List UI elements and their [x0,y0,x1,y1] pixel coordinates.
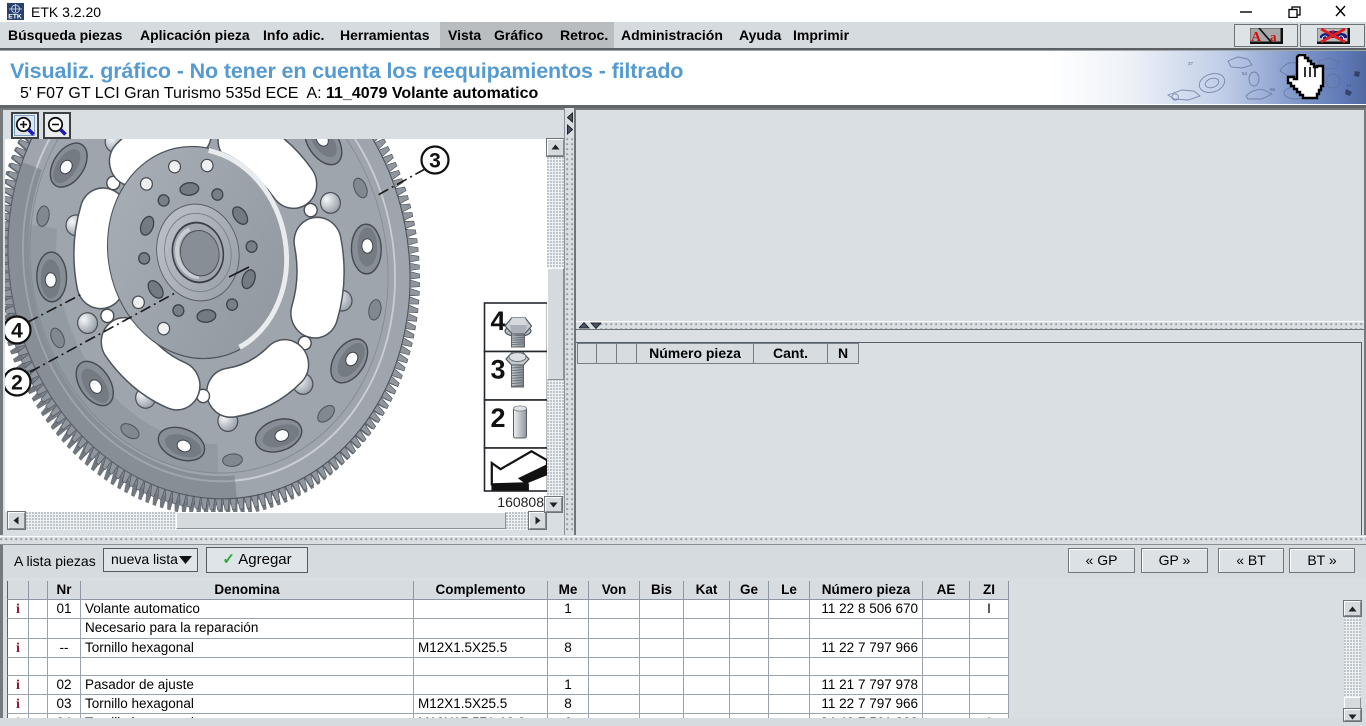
svg-text:54: 54 [1242,71,1248,76]
svg-text:2: 2 [11,372,23,395]
svg-text:160808: 160808 [497,494,544,510]
svg-text:12: 12 [1346,83,1352,88]
svg-text:A: A [1251,30,1262,44]
svg-text:3: 3 [429,150,441,173]
svg-text:4: 4 [491,306,506,336]
svg-text:66: 66 [1270,87,1276,92]
svg-text:ETK: ETK [8,14,22,21]
svg-text:3: 3 [491,355,506,385]
svg-text:a: a [1270,29,1277,44]
svg-text:37: 37 [1188,61,1194,66]
svg-text:4: 4 [11,320,23,343]
svg-text:2: 2 [491,403,506,433]
